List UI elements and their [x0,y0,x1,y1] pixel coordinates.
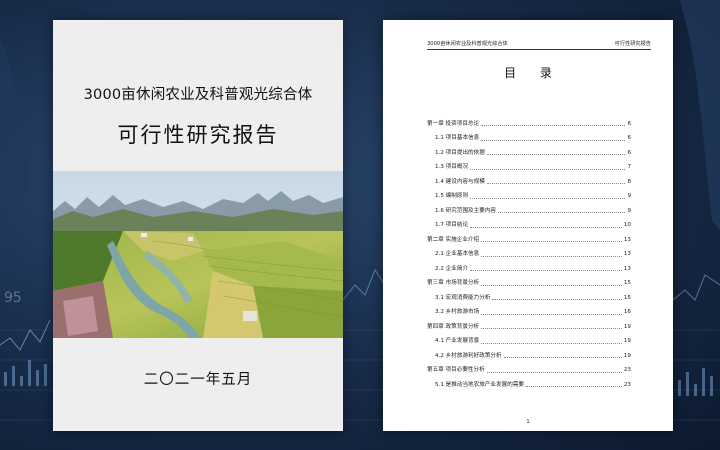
toc-leader-dots [492,299,622,300]
toc-entry-page: 15 [623,294,631,301]
toc-entry: 5.1 是推动当地农旅产业发展的需要 23 [427,374,631,389]
cover-page: 3000亩休闲农业及科普观光综合体 可行性研究报告 二〇二一年五月 [53,20,343,431]
toc-entry-label: 1.2 项目提出的依据 [435,149,485,156]
toc-entry-label: 2.1 企业基本信息 [435,251,480,257]
toc-entry-label: 第三章 市场背景分析 [427,280,480,286]
toc-entry: 4.1 产业发展背景 19 [427,331,631,346]
toc-entry-page: 13 [623,251,631,257]
toc-entry-page: 16 [623,309,631,315]
toc-entry: 第二章 实施企业介绍 13 [427,229,631,244]
toc-leader-dots [481,125,626,126]
toc-entry-page: 10 [623,222,631,228]
toc-entry: 1.4 建设内容与规模 8 [427,171,631,186]
toc-entry: 3.1 宏观消费能力分析 15 [427,287,631,302]
toc-entry: 3.2 乡村旅游市场 16 [427,302,631,317]
toc-entry-label: 4.1 产业发展背景 [435,338,480,344]
cover-date: 二〇二一年五月 [143,372,253,388]
toc-entry-page: 8 [627,178,631,185]
toc-entry-label: 3.2 乡村旅游市场 [435,309,480,315]
toc-entry: 1.3 项目概况 7 [427,157,631,172]
toc-entry-page: 6 [627,120,631,127]
toc-leader-dots [498,212,626,213]
toc-leader-dots [481,313,622,315]
landscape-illustration [53,171,343,338]
toc-entry-label: 第一章 投资项目总论 [427,120,480,127]
toc-entry-page: 6 [627,149,631,156]
toc-entry-label: 第五章 项目必要性分析 [427,367,485,373]
toc-entry: 第四章 政策背景分析 19 [427,316,631,331]
toc-entry: 2.1 企业基本信息 13 [427,244,631,259]
toc-entry: 1.6 研究范围及主要内容 9 [427,200,631,215]
page-number: 1 [526,419,530,425]
toc-entry-label: 5.1 是推动当地农旅产业发展的需要 [435,381,524,388]
toc-entry-label: 1.5 编制原则 [435,193,469,199]
toc-entry-page: 13 [623,236,631,243]
toc-entry-page: 15 [623,280,631,286]
toc-entry: 第三章 市场背景分析 15 [427,273,631,288]
toc-entry-label: 3.1 宏观消费能力分析 [435,294,491,301]
toc-entry-page: 23 [623,367,631,373]
toc-leader-dots [481,342,622,344]
toc-entry: 2.2 企业简介 13 [427,258,631,273]
toc-entry: 4.2 乡村旅游利好政策分析 19 [427,345,631,360]
toc-heading: 目 录 [504,66,562,80]
toc-leader-dots [481,328,622,329]
toc-entry-label: 第四章 政策背景分析 [427,323,480,330]
toc-entry-page: 23 [623,381,631,388]
toc-leader-dots [470,168,626,170]
toc-entry-label: 1.1 项目基本信息 [435,135,480,141]
toc-leader-dots [481,284,622,286]
toc-leader-dots [481,139,626,141]
toc-entry-label: 4.2 乡村旅游利好政策分析 [435,352,502,359]
toc-leader-dots [526,386,622,387]
toc-leader-dots [470,226,622,228]
cover-landscape-photo [53,171,343,338]
toc-leader-dots [470,197,626,199]
toc-entry-page: 19 [623,338,631,344]
toc-entry-page: 19 [623,323,631,330]
toc-entry-page: 19 [623,352,631,359]
toc-leader-dots [486,154,626,155]
toc-entry-page: 6 [627,135,631,141]
toc-leader-dots [481,241,622,242]
toc-leader-dots [481,255,622,257]
cover-subtitle: 可行性研究报告 [117,123,279,147]
toc-entry: 1.7 项目结论 10 [427,215,631,230]
toc-entry-label: 1.3 项目概况 [435,164,469,170]
toc-list: 第一章 投资项目总论 6 1.1 项目基本信息 6 1.2 项目提出的依据 6 1.3 项目… [427,113,631,389]
toc-entry-label: 1.4 建设内容与规模 [435,178,485,185]
toc-leader-dots [503,357,622,358]
toc-entry: 第一章 投资项目总论 6 [427,113,631,128]
running-header-left: 3000亩休闲农业及科普观光综合体 [427,41,508,47]
toc-entry: 1.1 项目基本信息 6 [427,128,631,143]
toc-entry-label: 第二章 实施企业介绍 [427,236,480,243]
toc-entry-label: 1.6 研究范围及主要内容 [435,207,497,214]
toc-entry-page: 13 [623,265,631,272]
toc-entry-page: 9 [627,207,631,214]
toc-entry-label: 1.7 项目结论 [435,222,469,228]
toc-entry: 1.5 编制原则 9 [427,186,631,201]
toc-entry-page: 7 [627,164,631,170]
running-header: 3000亩休闲农业及科普观光综合体 可行性研究报告 [427,40,651,50]
toc-page: 3000亩休闲农业及科普观光综合体 可行性研究报告 目 录 第一章 投资项目总论… [383,20,673,431]
toc-entry: 1.2 项目提出的依据 6 [427,142,631,157]
running-header-right: 可行性研究报告 [614,41,651,47]
toc-entry-page: 9 [627,193,631,199]
toc-leader-dots [486,183,626,184]
toc-entry: 第五章 项目必要性分析 23 [427,360,631,375]
toc-entry-label: 2.2 企业简介 [435,265,469,272]
toc-leader-dots [486,371,622,373]
background-ticker-text: 95 [4,290,22,306]
cover-title: 3000亩休闲农业及科普观光综合体 [83,87,313,103]
toc-leader-dots [470,270,622,271]
